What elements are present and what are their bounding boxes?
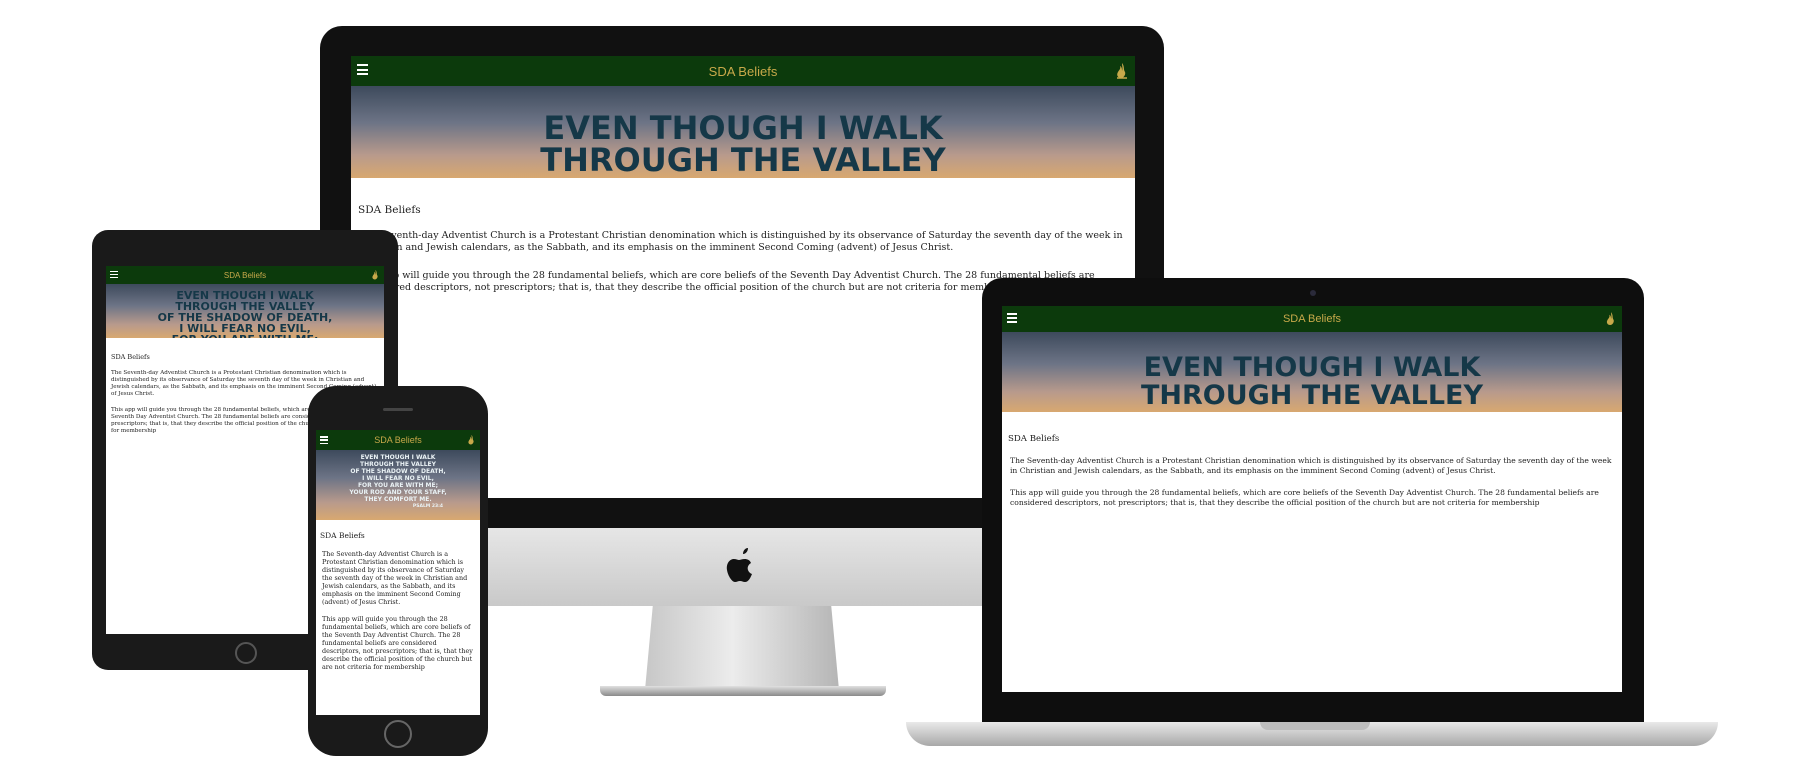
- hero-verse-line: EVEN THOUGH I WALK: [543, 109, 943, 147]
- page-heading: SDA Beliefs: [1008, 434, 1060, 444]
- hero-verse-line: FOR YOU ARE WITH ME;: [357, 482, 439, 489]
- app-title: SDA Beliefs: [223, 270, 267, 280]
- app-header: SDA Beliefs: [316, 430, 480, 451]
- iphone-home-button: [384, 720, 412, 748]
- hero-banner: EVEN THOUGH I WALK THROUGH THE VALLEY: [351, 86, 1135, 178]
- page-heading: SDA Beliefs: [320, 531, 365, 540]
- page-heading: SDA Beliefs: [358, 204, 421, 216]
- app-header: SDA Beliefs: [106, 266, 384, 285]
- intro-paragraph: The Seventh-day Adventist Church is a Pr…: [1010, 456, 1612, 475]
- iphone-screen: SDA Beliefs EVEN THOUGH I WALK THROUGH T…: [316, 430, 480, 715]
- hero-banner: EVEN THOUGH I WALK THROUGH THE VALLEY OF…: [106, 284, 384, 338]
- iphone-speaker: [383, 408, 413, 411]
- app-title: SDA Beliefs: [708, 63, 778, 79]
- macbook-trackpad-notch: [1260, 722, 1370, 730]
- app-title: SDA Beliefs: [1282, 313, 1342, 325]
- page-heading: SDA Beliefs: [111, 353, 150, 361]
- hero-verse-line: THROUGH THE VALLEY: [540, 141, 946, 178]
- intro-paragraph: The Seventh-day Adventist Church is a Pr…: [358, 230, 1123, 253]
- adventist-flame-logo-icon: [372, 269, 378, 280]
- macbook-screen: SDA Beliefs EVEN THOUGH I WALK THROUGH T…: [1002, 306, 1622, 692]
- hero-verse-line: OF THE SHADOW OF DEATH,: [350, 468, 446, 475]
- hero-verse-line: THROUGH THE VALLEY: [359, 461, 436, 468]
- intro-paragraph: The Seventh-day Adventist Church is a Pr…: [322, 550, 468, 606]
- adventist-flame-logo-icon: [1606, 312, 1614, 325]
- imac-stand: [645, 606, 839, 690]
- app-title: SDA Beliefs: [374, 435, 422, 445]
- adventist-flame-logo-icon: [1117, 63, 1127, 79]
- hero-verse-line: EVEN THOUGH I WALK: [1143, 352, 1481, 383]
- guide-paragraph: This app will guide you through the 28 f…: [1010, 488, 1599, 507]
- guide-paragraph: This app will guide you through the 28 f…: [322, 615, 473, 671]
- content-area: SDA Beliefs The Seventh-day Adventist Ch…: [316, 520, 480, 715]
- adventist-flame-logo-icon: [468, 434, 474, 445]
- hero-verse-line: THROUGH THE VALLEY: [1140, 380, 1484, 411]
- content-area: SDA Beliefs The Seventh-day Adventist Ch…: [1002, 412, 1622, 692]
- ipad-home-button: [235, 642, 257, 664]
- app-header: SDA Beliefs: [1002, 306, 1622, 333]
- apple-logo-icon: [726, 548, 752, 582]
- hero-banner: EVEN THOUGH I WALK THROUGH THE VALLEY OF…: [316, 450, 480, 520]
- hero-verse-line: I WILL FEAR NO EVIL,: [362, 475, 434, 482]
- imac-stand-foot: [600, 686, 886, 696]
- hero-verse-line: EVEN THOUGH I WALK: [360, 454, 436, 461]
- hero-verse-line: YOUR ROD AND YOUR STAFF,: [349, 489, 447, 496]
- hero-banner: EVEN THOUGH I WALK THROUGH THE VALLEY: [1002, 332, 1622, 412]
- hero-verse-line: THEY COMFORT ME.: [364, 496, 432, 503]
- hero-verse-reference: PSALM 23:4: [412, 504, 444, 509]
- app-header: SDA Beliefs: [351, 56, 1135, 87]
